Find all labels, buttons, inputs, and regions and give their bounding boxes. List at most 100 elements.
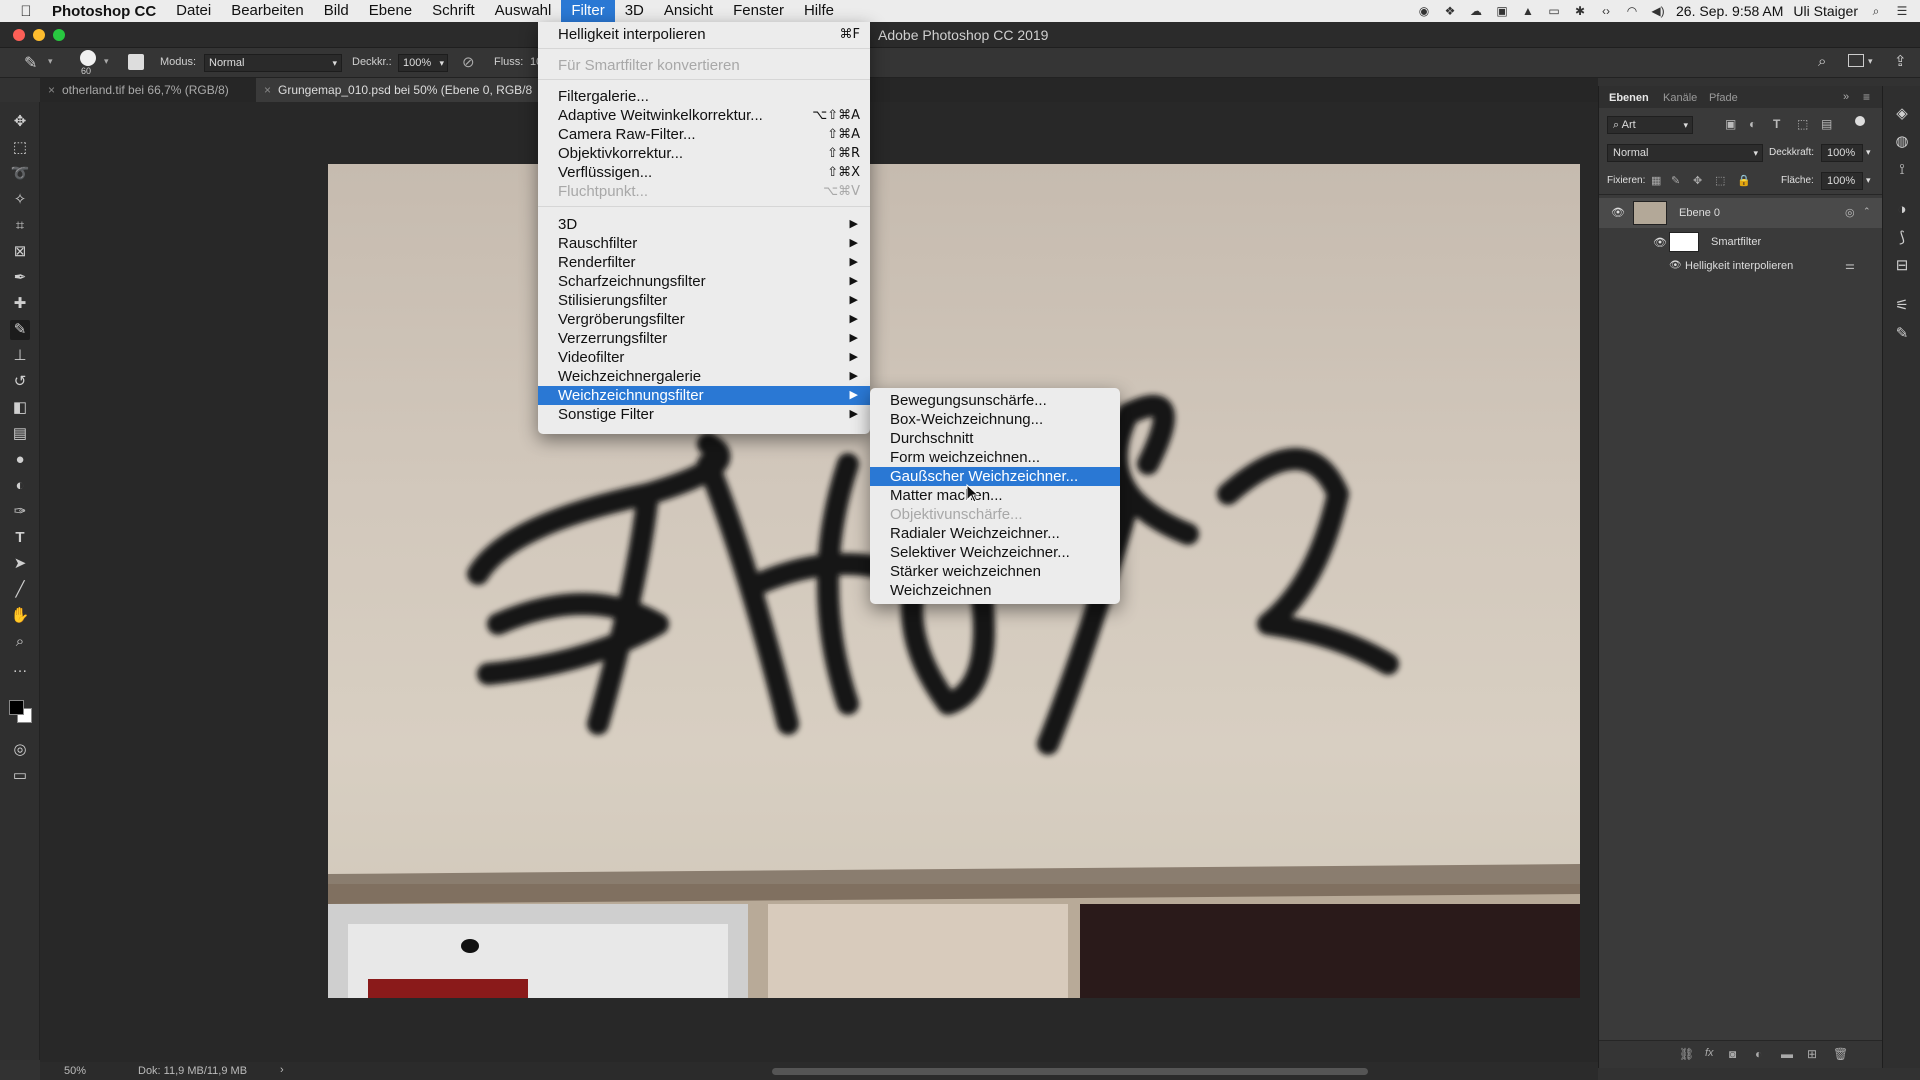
brush-picker-chevron-icon[interactable]: ▾ xyxy=(104,56,109,67)
deckkr-field[interactable]: 100% ▾ xyxy=(398,54,448,72)
submenu-item-form-weichzeichnen[interactable]: Form weichzeichnen... xyxy=(870,448,1120,467)
pen-tool-icon[interactable]: ✑ xyxy=(10,502,30,522)
add-mask-icon[interactable]: ◙ xyxy=(1729,1047,1736,1061)
horizontal-scrollbar[interactable] xyxy=(772,1068,1368,1075)
new-group-icon[interactable]: ▬ xyxy=(1781,1047,1793,1061)
submenu-item-staerker-weichzeichnen[interactable]: Stärker weichzeichnen xyxy=(870,562,1120,581)
menu-item-adaptive-weitwinkel[interactable]: Adaptive Weitwinkelkorrektur... ⌥⇧⌘A xyxy=(538,106,870,125)
menu-item-scharfzeichnungsfilter[interactable]: Scharfzeichnungsfilter ▶ xyxy=(538,272,870,291)
submenu-item-selektiver-weichzeichner[interactable]: Selektiver Weichzeichner... xyxy=(870,543,1120,562)
menu-datei[interactable]: Datei xyxy=(166,0,221,22)
tab-pfade[interactable]: Pfade xyxy=(1709,92,1738,104)
workspace-chevron-icon[interactable]: ▾ xyxy=(1868,56,1873,67)
menubar-user[interactable]: Uli Staiger xyxy=(1793,3,1858,19)
menu-item-sonstige-filter[interactable]: Sonstige Filter ▶ xyxy=(538,405,870,424)
menu-item-weichzeichnungsfilter[interactable]: Weichzeichnungsfilter ▶ xyxy=(538,386,870,405)
eraser-tool-icon[interactable]: ◧ xyxy=(10,398,30,418)
menu-item-verzerrungsfilter[interactable]: Verzerrungsfilter ▶ xyxy=(538,329,870,348)
zoom-window-icon[interactable] xyxy=(53,29,65,41)
menu-bearbeiten[interactable]: Bearbeiten xyxy=(221,0,314,22)
menu-item-renderfilter[interactable]: Renderfilter ▶ xyxy=(538,253,870,272)
creative-cloud-icon[interactable]: ☁ xyxy=(1468,4,1484,18)
lock-pixels-icon[interactable]: ✎ xyxy=(1671,174,1680,187)
fill-field[interactable]: 100% xyxy=(1821,172,1863,190)
move-tool-icon[interactable]: ✥ xyxy=(10,112,30,132)
filter-type-icon[interactable]: T xyxy=(1773,117,1780,131)
menu-item-helligkeit-interpolieren[interactable]: Helligkeit interpolieren ⌘F xyxy=(538,25,870,44)
spotlight-search-icon[interactable]: ⌕ xyxy=(1868,4,1884,18)
share-icon[interactable]: ⇪ xyxy=(1894,52,1907,70)
menu-item-stilisierungsfilter[interactable]: Stilisierungsfilter ▶ xyxy=(538,291,870,310)
submenu-item-matter-machen[interactable]: Matter machen... xyxy=(870,486,1120,505)
dodge-tool-icon[interactable]: ◐ xyxy=(10,476,30,496)
menu-item-verfluessigen[interactable]: Verflüssigen... ⇧⌘X xyxy=(538,163,870,182)
menu-auswahl[interactable]: Auswahl xyxy=(485,0,562,22)
tab-ebenen[interactable]: Ebenen xyxy=(1609,92,1649,104)
search-icon[interactable]: ⌕ xyxy=(1818,53,1826,70)
workspace-icon[interactable] xyxy=(1848,54,1864,67)
clone-stamp-tool-icon[interactable]: ⊥ xyxy=(10,346,30,366)
menu-fenster[interactable]: Fenster xyxy=(723,0,794,22)
frame-tool-icon[interactable]: ⊠ xyxy=(10,242,30,262)
menu-item-3d[interactable]: 3D ▶ xyxy=(538,215,870,234)
submenu-item-durchschnitt[interactable]: Durchschnitt xyxy=(870,429,1120,448)
brushes-panel-icon[interactable]: ✎ xyxy=(1892,324,1912,344)
opacity-field[interactable]: 100% xyxy=(1821,144,1863,162)
menu-item-vergroeberungsfilter[interactable]: Vergröberungsfilter ▶ xyxy=(538,310,870,329)
dropbox-icon[interactable]: ❖ xyxy=(1442,4,1458,18)
crop-tool-icon[interactable]: ⌗ xyxy=(10,216,30,236)
quick-mask-icon[interactable]: ◎ xyxy=(10,740,30,760)
collapse-panel-icon[interactable]: » xyxy=(1843,91,1849,103)
zoom-level[interactable]: 50% xyxy=(64,1065,86,1077)
bluetooth-icon[interactable]: ✱ xyxy=(1572,4,1588,18)
pressure-opacity-icon[interactable]: ⊘ xyxy=(462,53,475,71)
link-layers-icon[interactable]: ⛓ xyxy=(1679,1047,1694,1061)
warning-icon[interactable]: ▲ xyxy=(1520,4,1536,18)
tab-grungemap[interactable]: × Grungemap_010.psd bei 50% (Ebene 0, RG… xyxy=(256,78,580,102)
tool-preset-chevron-icon[interactable]: ▾ xyxy=(48,56,53,67)
volume-icon[interactable]: ◀) xyxy=(1650,4,1666,18)
brush-settings-icon[interactable] xyxy=(128,54,144,70)
brush-preview-icon[interactable] xyxy=(80,50,96,66)
history-brush-tool-icon[interactable]: ↺ xyxy=(10,372,30,392)
submenu-item-weichzeichnen[interactable]: Weichzeichnen xyxy=(870,581,1120,600)
brush-tool-icon[interactable]: ✎ xyxy=(10,320,30,340)
battery-display-icon[interactable]: ▭ xyxy=(1546,4,1562,18)
menu-item-filtergalerie[interactable]: Filtergalerie... xyxy=(538,87,870,106)
visibility-eye-icon[interactable]: 👁 xyxy=(1611,206,1625,219)
new-layer-icon[interactable]: ⊞ xyxy=(1807,1047,1817,1061)
lock-artboard-icon[interactable]: ⬚ xyxy=(1715,174,1725,187)
menu-bild[interactable]: Bild xyxy=(314,0,359,22)
healing-brush-tool-icon[interactable]: ✚ xyxy=(10,294,30,314)
lock-transparency-icon[interactable]: ▦ xyxy=(1651,174,1661,187)
layer-row-ebene-0[interactable]: 👁 Ebene 0 ◎ ⌃ xyxy=(1599,198,1883,228)
channels-panel-icon[interactable]: ◍ xyxy=(1892,132,1912,152)
close-window-icon[interactable] xyxy=(13,29,25,41)
fx-icon[interactable]: fx xyxy=(1705,1047,1714,1059)
menu-item-videofilter[interactable]: Videofilter ▶ xyxy=(538,348,870,367)
menu-item-objektivkorrektur[interactable]: Objektivkorrektur... ⇧⌘R xyxy=(538,144,870,163)
menu-item-camera-raw[interactable]: Camera Raw-Filter... ⇧⌘A xyxy=(538,125,870,144)
styles-panel-icon[interactable]: ⟆ xyxy=(1892,228,1912,248)
zoom-tool-icon[interactable]: ⌕ xyxy=(10,632,30,652)
filter-toggle-icon[interactable] xyxy=(1855,116,1865,126)
path-select-tool-icon[interactable]: ➤ xyxy=(10,554,30,574)
code-brackets-icon[interactable]: ‹› xyxy=(1598,4,1614,18)
brush-tool-icon[interactable]: ✎ xyxy=(24,53,37,73)
gradient-tool-icon[interactable]: ▤ xyxy=(10,424,30,444)
tab-kanaele[interactable]: Kanäle xyxy=(1663,92,1697,104)
smartfilter-mask-thumbnail[interactable] xyxy=(1669,232,1699,252)
layer-row-smartfilter[interactable]: 👁 Smartfilter xyxy=(1599,230,1883,254)
record-icon[interactable]: ◉ xyxy=(1416,4,1432,18)
layer-filter-kind-select[interactable]: ⌕ Art ▾ xyxy=(1607,116,1693,134)
notification-list-icon[interactable]: ☰ xyxy=(1894,4,1910,18)
delete-layer-icon[interactable]: 🗑 xyxy=(1833,1047,1848,1061)
app-s-icon[interactable]: ▣ xyxy=(1494,4,1510,18)
filter-entry-label[interactable]: Helligkeit interpolieren xyxy=(1685,260,1793,272)
line-tool-icon[interactable]: ╱ xyxy=(10,580,30,600)
filter-shape-icon[interactable]: ⬚ xyxy=(1797,117,1808,131)
brush-settings-panel-icon[interactable]: ⚟ xyxy=(1892,296,1912,316)
marquee-tool-icon[interactable]: ⬚ xyxy=(10,138,30,158)
modus-select[interactable]: Normal ▾ xyxy=(204,54,342,72)
close-tab-icon[interactable]: × xyxy=(48,78,55,102)
